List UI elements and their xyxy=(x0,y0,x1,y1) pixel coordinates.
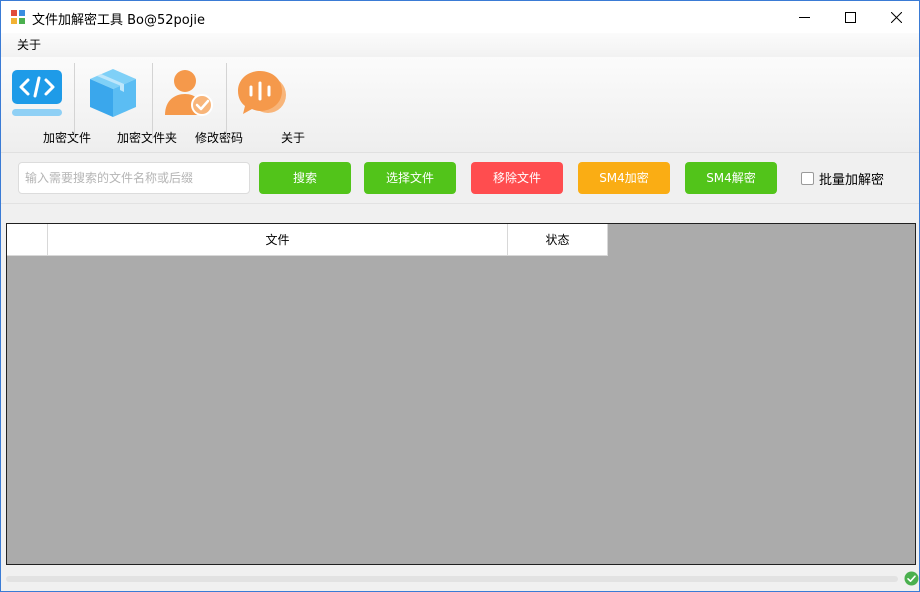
chat-bubble-icon xyxy=(238,71,286,114)
status-bar xyxy=(1,567,919,591)
encrypt-file-tool[interactable]: 加密文件 xyxy=(5,61,91,147)
grid-header-file[interactable]: 文件 xyxy=(48,224,508,256)
toolbar-separator xyxy=(74,63,75,139)
toolbar-separator xyxy=(152,63,153,139)
change-password-tool[interactable]: 修改密码 xyxy=(157,61,243,147)
toolbar-separator xyxy=(226,63,227,139)
grid-header-select[interactable] xyxy=(7,224,48,256)
search-input[interactable] xyxy=(18,162,250,194)
about-label: 关于 xyxy=(280,131,305,145)
window-title: 文件加解密工具 Bo@52pojie xyxy=(32,13,205,28)
code-icon xyxy=(12,70,62,116)
batch-checkbox[interactable] xyxy=(801,171,814,185)
batch-checkbox-group[interactable]: 批量加解密 xyxy=(801,169,885,188)
toolbar: 加密文件 加密文件夹 修改密码 关于 xyxy=(1,57,919,153)
remove-file-button[interactable]: 移除文件 xyxy=(471,162,563,194)
app-window: 文件加解密工具 Bo@52pojie 关于 加密文件 加密文件夹 修改密码 关于… xyxy=(0,0,920,592)
maximize-icon xyxy=(844,11,856,23)
sm4-encrypt-button[interactable]: SM4加密 xyxy=(578,162,670,194)
file-grid[interactable]: 文件 状态 xyxy=(6,223,916,565)
action-bar: 搜索 选择文件 移除文件 SM4加密 SM4解密 批量加解密 xyxy=(1,154,919,204)
close-button[interactable] xyxy=(873,1,919,33)
select-file-button[interactable]: 选择文件 xyxy=(364,162,456,194)
search-button[interactable]: 搜索 xyxy=(259,162,351,194)
minimize-button[interactable] xyxy=(781,1,827,33)
maximize-button[interactable] xyxy=(827,1,873,33)
menu-item-about[interactable]: 关于 xyxy=(11,37,47,53)
minimize-icon xyxy=(798,16,810,18)
grid-header-status[interactable]: 状态 xyxy=(508,224,608,256)
user-check-icon xyxy=(165,70,213,116)
batch-checkbox-label: 批量加解密 xyxy=(819,172,885,188)
progress-bar xyxy=(6,576,898,582)
box-icon xyxy=(90,69,136,117)
menu-bar: 关于 xyxy=(1,33,919,57)
about-tool[interactable]: 关于 xyxy=(231,61,305,147)
encrypt-folder-tool[interactable]: 加密文件夹 xyxy=(79,61,177,147)
grid-header: 文件 状态 xyxy=(7,224,608,256)
title-bar: 文件加解密工具 Bo@52pojie xyxy=(1,1,919,33)
sm4-decrypt-button[interactable]: SM4解密 xyxy=(685,162,777,194)
check-circle-icon xyxy=(904,571,919,586)
close-icon xyxy=(890,11,902,23)
app-icon xyxy=(11,10,25,24)
